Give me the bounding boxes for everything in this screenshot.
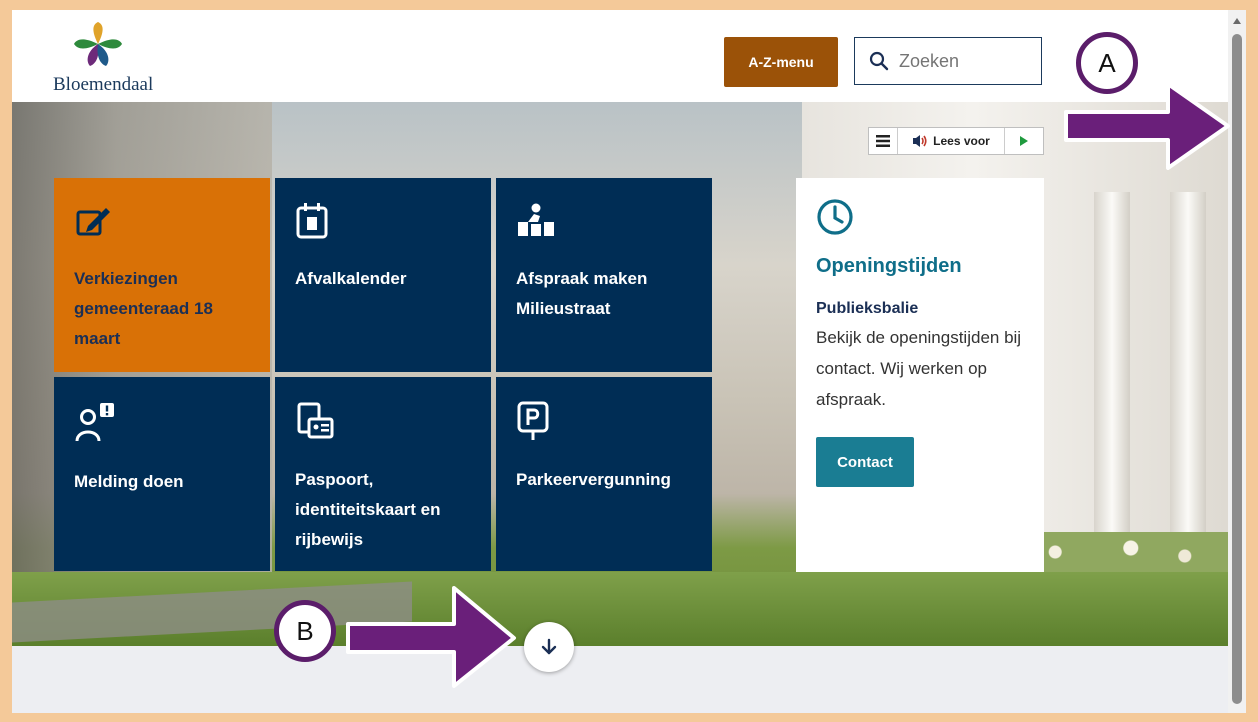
contact-button[interactable]: Contact bbox=[816, 437, 914, 487]
flower-logo-icon bbox=[74, 22, 122, 66]
hero-column bbox=[1170, 192, 1206, 552]
tile-afspraak-milieustraat[interactable]: Afspraak maken Milieustraat bbox=[496, 178, 712, 372]
browser-viewport: Bloemendaal A-Z-menu Lees voor bbox=[12, 10, 1246, 713]
tile-label: Melding doen bbox=[74, 472, 184, 491]
opening-hours-card: Openingstijden Publieksbalie Bekijk de o… bbox=[796, 178, 1044, 572]
person-alert-icon bbox=[75, 403, 114, 442]
menu-icon bbox=[876, 135, 890, 147]
readspeaker-bar: Lees voor bbox=[868, 127, 1044, 155]
play-icon bbox=[1020, 136, 1028, 146]
tile-paspoort[interactable]: Paspoort, identiteitskaart en rijbewijs bbox=[275, 377, 491, 571]
arrow-down-icon bbox=[541, 638, 557, 655]
tile-afvalkalender[interactable]: Afvalkalender bbox=[275, 178, 491, 372]
tile-label: Paspoort, identiteitskaart en rijbewijs bbox=[295, 470, 441, 549]
callout-a: A bbox=[1076, 32, 1138, 94]
search-icon bbox=[869, 51, 889, 71]
callout-b: B bbox=[274, 600, 336, 662]
id-documents-icon bbox=[297, 402, 334, 439]
opening-hours-text: Bekijk de openingstijden bij contact. Wi… bbox=[816, 328, 1022, 409]
site-logo[interactable]: Bloemendaal bbox=[50, 22, 170, 98]
hero-column bbox=[1094, 192, 1130, 552]
content-area bbox=[12, 646, 1228, 713]
person-containers-icon bbox=[518, 203, 554, 236]
hero-flowers bbox=[1012, 532, 1228, 572]
readspeaker-play-button[interactable] bbox=[1005, 128, 1043, 154]
ballot-edit-icon bbox=[76, 208, 110, 236]
scrollbar-thumb[interactable] bbox=[1232, 34, 1242, 704]
az-menu-button[interactable]: A-Z-menu bbox=[724, 37, 838, 87]
calendar-bin-icon bbox=[296, 203, 328, 239]
logo-text: Bloemendaal bbox=[53, 74, 154, 95]
tile-label: Parkeervergunning bbox=[516, 470, 671, 489]
lees-voor-label: Lees voor bbox=[933, 134, 990, 148]
tile-parkeervergunning[interactable]: Parkeervergunning bbox=[496, 377, 712, 571]
opening-hours-title: Openingstijden bbox=[816, 255, 962, 277]
parking-sign-icon bbox=[517, 401, 549, 440]
annotation-arrow-b bbox=[346, 586, 516, 688]
annotation-arrow-a bbox=[1064, 82, 1230, 170]
search-input[interactable] bbox=[897, 49, 1031, 73]
clock-icon bbox=[817, 199, 853, 235]
scroll-down-button[interactable] bbox=[524, 622, 574, 672]
lees-voor-button[interactable]: Lees voor bbox=[898, 128, 1005, 154]
readspeaker-menu-button[interactable] bbox=[869, 128, 898, 154]
site-header: Bloemendaal A-Z-menu bbox=[12, 10, 1228, 102]
tile-verkiezingen[interactable]: Verkiezingen gemeenteraad 18 maart bbox=[54, 178, 270, 372]
speaker-icon bbox=[913, 135, 927, 147]
publieksbalie-heading: Publieksbalie bbox=[816, 300, 919, 317]
tile-label: Verkiezingen gemeenteraad 18 maart bbox=[74, 269, 213, 348]
tile-label: Afspraak maken Milieustraat bbox=[516, 269, 648, 318]
tile-label: Afvalkalender bbox=[295, 269, 407, 288]
scroll-up-arrow-icon[interactable] bbox=[1233, 18, 1241, 24]
tile-melding-doen[interactable]: Melding doen bbox=[54, 377, 270, 571]
search-field[interactable] bbox=[854, 37, 1042, 85]
